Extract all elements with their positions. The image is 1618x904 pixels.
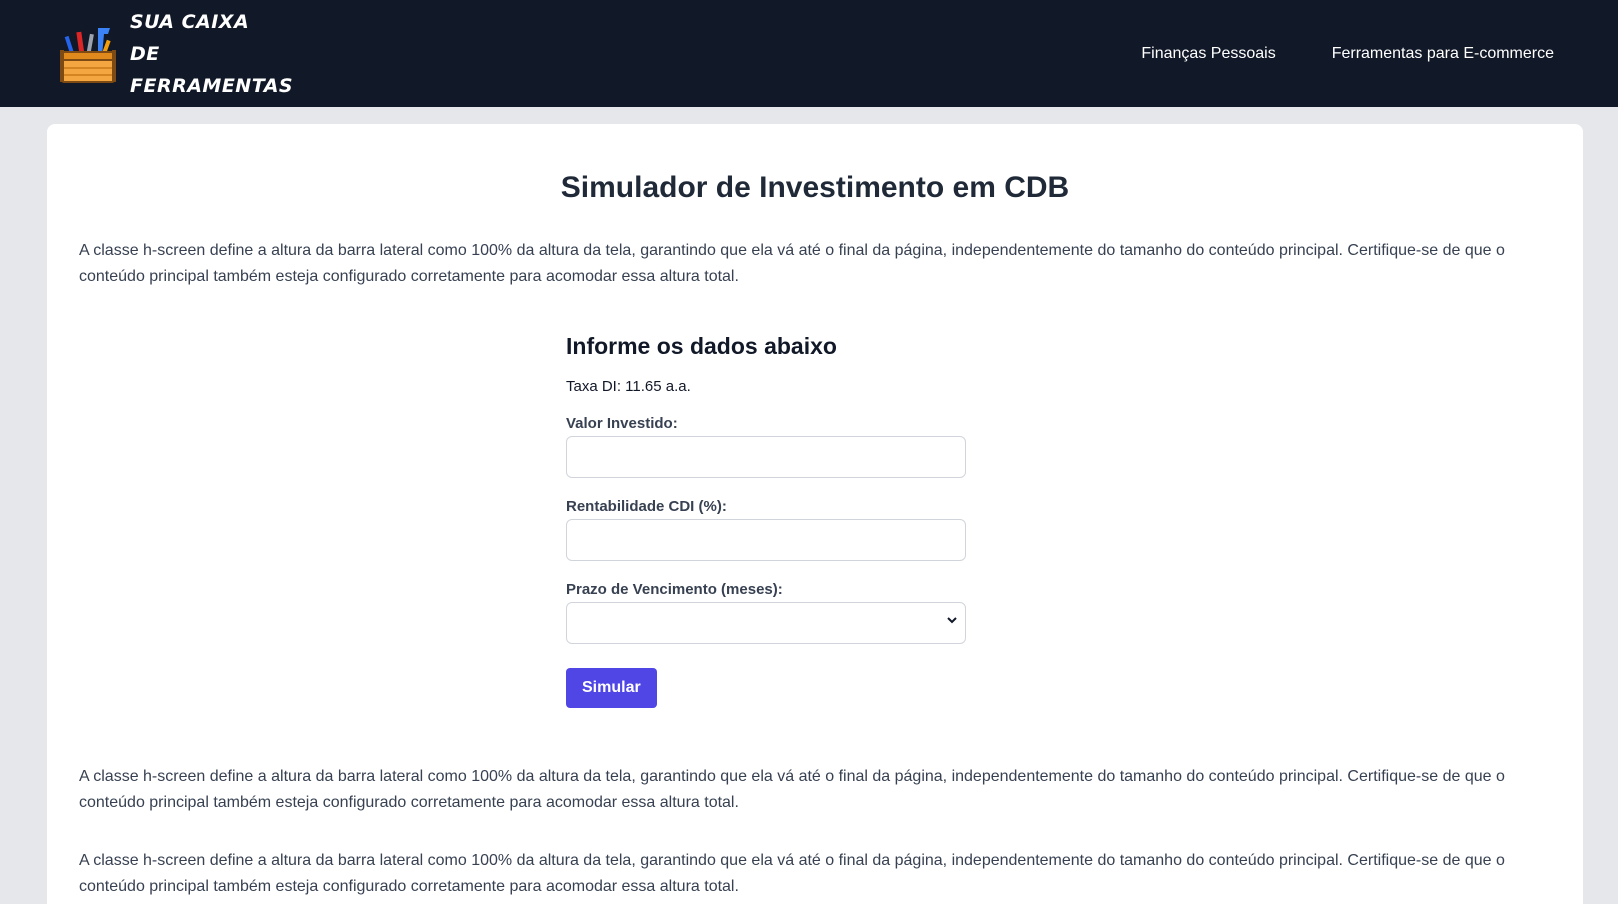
nav-link-financas-pessoais[interactable]: Finanças Pessoais — [1141, 45, 1275, 63]
toolbox-icon — [60, 27, 116, 83]
cdi-rate-label: Rentabilidade CDI (%): — [566, 498, 727, 515]
intro-paragraph: A classe h-screen define a altura da bar… — [79, 242, 1505, 285]
simulate-button[interactable]: Simular — [566, 668, 657, 708]
outro-paragraph-2: A classe h-screen define a altura da bar… — [79, 852, 1505, 895]
cdb-simulator-form: Informe os dados abaixo Taxa DI: 11.65 a… — [566, 330, 966, 708]
term-select-box[interactable] — [566, 602, 966, 644]
page-title: Simulador de Investimento em CDB — [560, 171, 1070, 204]
term-label: Prazo de Vencimento (meses): — [566, 581, 783, 598]
chevron-down-icon — [947, 617, 957, 624]
brand-line-1: SUA CAIXA DE — [130, 10, 250, 65]
brand[interactable]: SUA CAIXA DE FERRAMENTAS — [58, 6, 294, 102]
invested-value-label: Valor Investido: — [566, 415, 678, 432]
brand-line-2: FERRAMENTAS — [130, 74, 294, 97]
form-title: Informe os dados abaixo — [566, 333, 837, 359]
top-navbar: SUA CAIXA DE FERRAMENTAS Finanças Pessoa… — [0, 0, 1618, 107]
main-card: Simulador de Investimento em CDB A class… — [47, 124, 1583, 904]
invested-value-input[interactable] — [566, 436, 966, 478]
nav-links: Finanças Pessoais Ferramentas para E-com… — [1141, 45, 1554, 63]
cdi-rate-input[interactable] — [566, 519, 966, 561]
term-select[interactable] — [566, 602, 966, 644]
brand-name: SUA CAIXA DE FERRAMENTAS — [130, 6, 294, 102]
outro-paragraph-1: A classe h-screen define a altura da bar… — [79, 768, 1505, 811]
di-rate-text: Taxa DI: 11.65 a.a. — [566, 378, 691, 395]
nav-link-ferramentas-ecommerce[interactable]: Ferramentas para E-commerce — [1332, 45, 1554, 63]
